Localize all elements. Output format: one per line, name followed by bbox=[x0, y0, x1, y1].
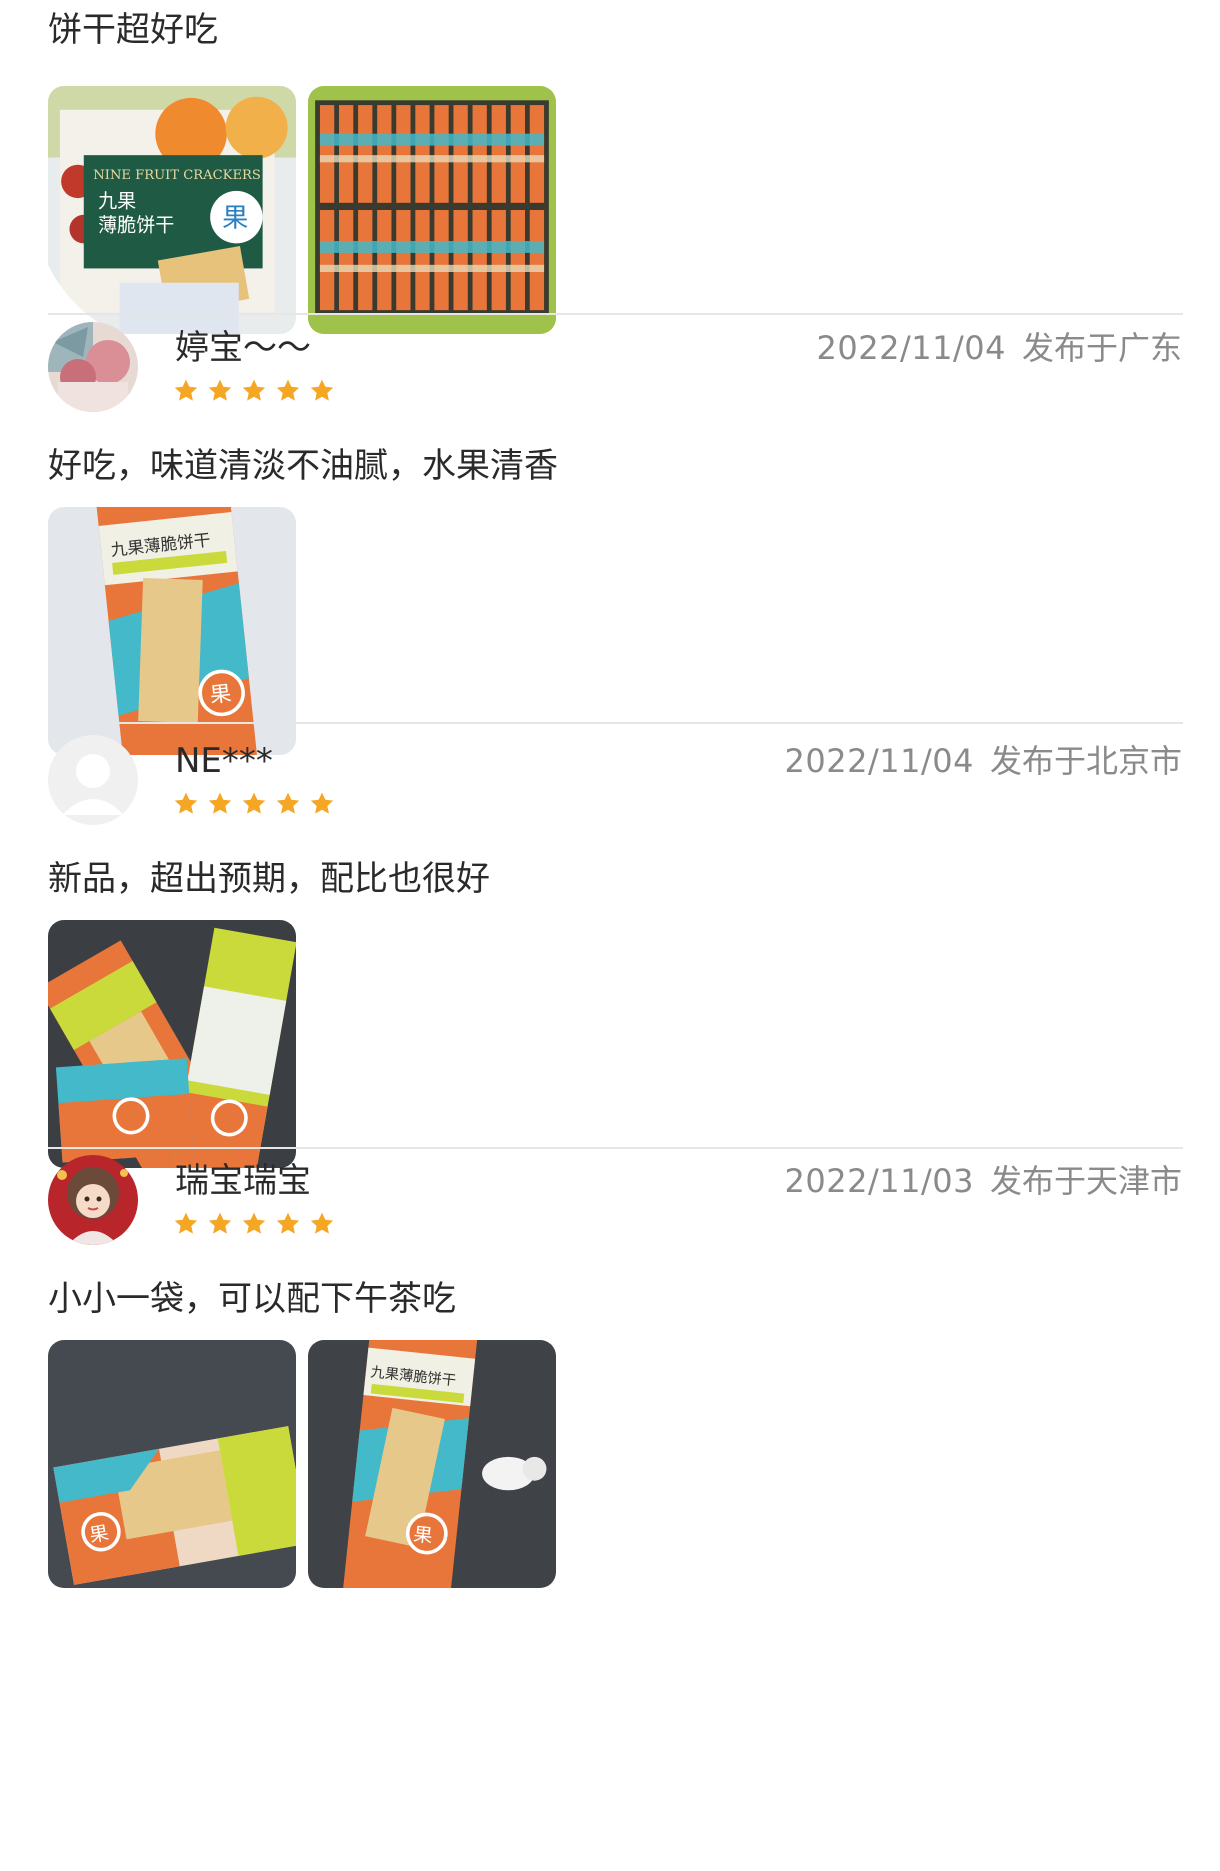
pack-standing-photo[interactable]: 九果薄脆饼干 果 bbox=[308, 1340, 556, 1588]
star-icon bbox=[242, 1212, 266, 1234]
previous-review-comment: 饼干超好吃 bbox=[48, 10, 218, 50]
review-date: 2022/11/03 bbox=[784, 1162, 974, 1200]
review-divider bbox=[48, 1147, 1183, 1149]
svg-text:九果: 九果 bbox=[98, 191, 136, 213]
avatar[interactable] bbox=[48, 322, 138, 412]
svg-text:NINE FRUIT CRACKERS: NINE FRUIT CRACKERS bbox=[93, 168, 261, 183]
review-date: 2022/11/04 bbox=[784, 742, 974, 780]
star-icon bbox=[276, 379, 300, 401]
review-divider bbox=[48, 313, 1183, 315]
star-icon bbox=[276, 792, 300, 814]
svg-text:果: 果 bbox=[209, 681, 233, 708]
review-meta: 2022/11/04 发布于北京市 bbox=[785, 739, 1182, 783]
username: NE*** bbox=[175, 741, 273, 781]
review-meta: 2022/11/04 发布于广东 bbox=[817, 326, 1182, 370]
username: 婷宝～～ bbox=[175, 328, 311, 368]
avatar-image bbox=[48, 1155, 138, 1245]
star-rating bbox=[173, 1211, 335, 1237]
star-icon bbox=[174, 1212, 198, 1234]
star-icon bbox=[310, 792, 334, 814]
star-icon bbox=[174, 379, 198, 401]
star-icon bbox=[276, 1212, 300, 1234]
single-pack-photo[interactable]: 九果薄脆饼干 果 bbox=[48, 507, 296, 755]
star-rating bbox=[173, 791, 335, 817]
review-meta: 2022/11/03 发布于天津市 bbox=[785, 1159, 1182, 1203]
three-packs-photo[interactable] bbox=[48, 920, 296, 1168]
star-icon bbox=[208, 1212, 232, 1234]
svg-text:薄脆饼干: 薄脆饼干 bbox=[98, 214, 174, 236]
product-box-photo[interactable]: NINE FRUIT CRACKERS 九果 薄脆饼干 果 bbox=[48, 86, 296, 334]
star-icon bbox=[310, 1212, 334, 1234]
review-comment: 小小一袋，可以配下午茶吃 bbox=[48, 1279, 456, 1319]
review-location: 发布于北京市 bbox=[989, 742, 1182, 780]
review-list-page: 饼干超好吃 NINE FRUIT CRACKERS 九果 薄脆饼干 果 婷宝～～… bbox=[0, 0, 1220, 1871]
star-icon bbox=[174, 792, 198, 814]
star-icon bbox=[242, 792, 266, 814]
username: 瑞宝瑞宝 bbox=[175, 1161, 311, 1201]
review-date: 2022/11/04 bbox=[816, 329, 1006, 367]
default-avatar-icon bbox=[48, 735, 138, 825]
open-box-photo[interactable] bbox=[308, 86, 556, 334]
svg-text:果: 果 bbox=[222, 204, 248, 234]
svg-text:果: 果 bbox=[412, 1524, 433, 1548]
review-comment: 好吃，味道清淡不油腻，水果清香 bbox=[48, 446, 558, 486]
previous-review-photos: NINE FRUIT CRACKERS 九果 薄脆饼干 果 bbox=[48, 86, 556, 334]
star-icon bbox=[208, 792, 232, 814]
star-icon bbox=[242, 379, 266, 401]
review-photos bbox=[48, 920, 296, 1168]
avatar[interactable] bbox=[48, 735, 138, 825]
avatar-image bbox=[48, 322, 138, 412]
review-location: 发布于广东 bbox=[1021, 329, 1182, 367]
review-divider bbox=[48, 722, 1183, 724]
review-comment: 新品，超出预期，配比也很好 bbox=[48, 859, 490, 899]
review-photos: 九果薄脆饼干 果 bbox=[48, 507, 296, 755]
avatar[interactable] bbox=[48, 1155, 138, 1245]
star-icon bbox=[310, 379, 334, 401]
review-location: 发布于天津市 bbox=[989, 1162, 1182, 1200]
star-icon bbox=[208, 379, 232, 401]
svg-text:果: 果 bbox=[88, 1522, 111, 1547]
star-rating bbox=[173, 378, 335, 404]
pack-flat-photo[interactable]: 果 bbox=[48, 1340, 296, 1588]
review-photos: 果 九果薄脆饼干 果 bbox=[48, 1340, 556, 1588]
